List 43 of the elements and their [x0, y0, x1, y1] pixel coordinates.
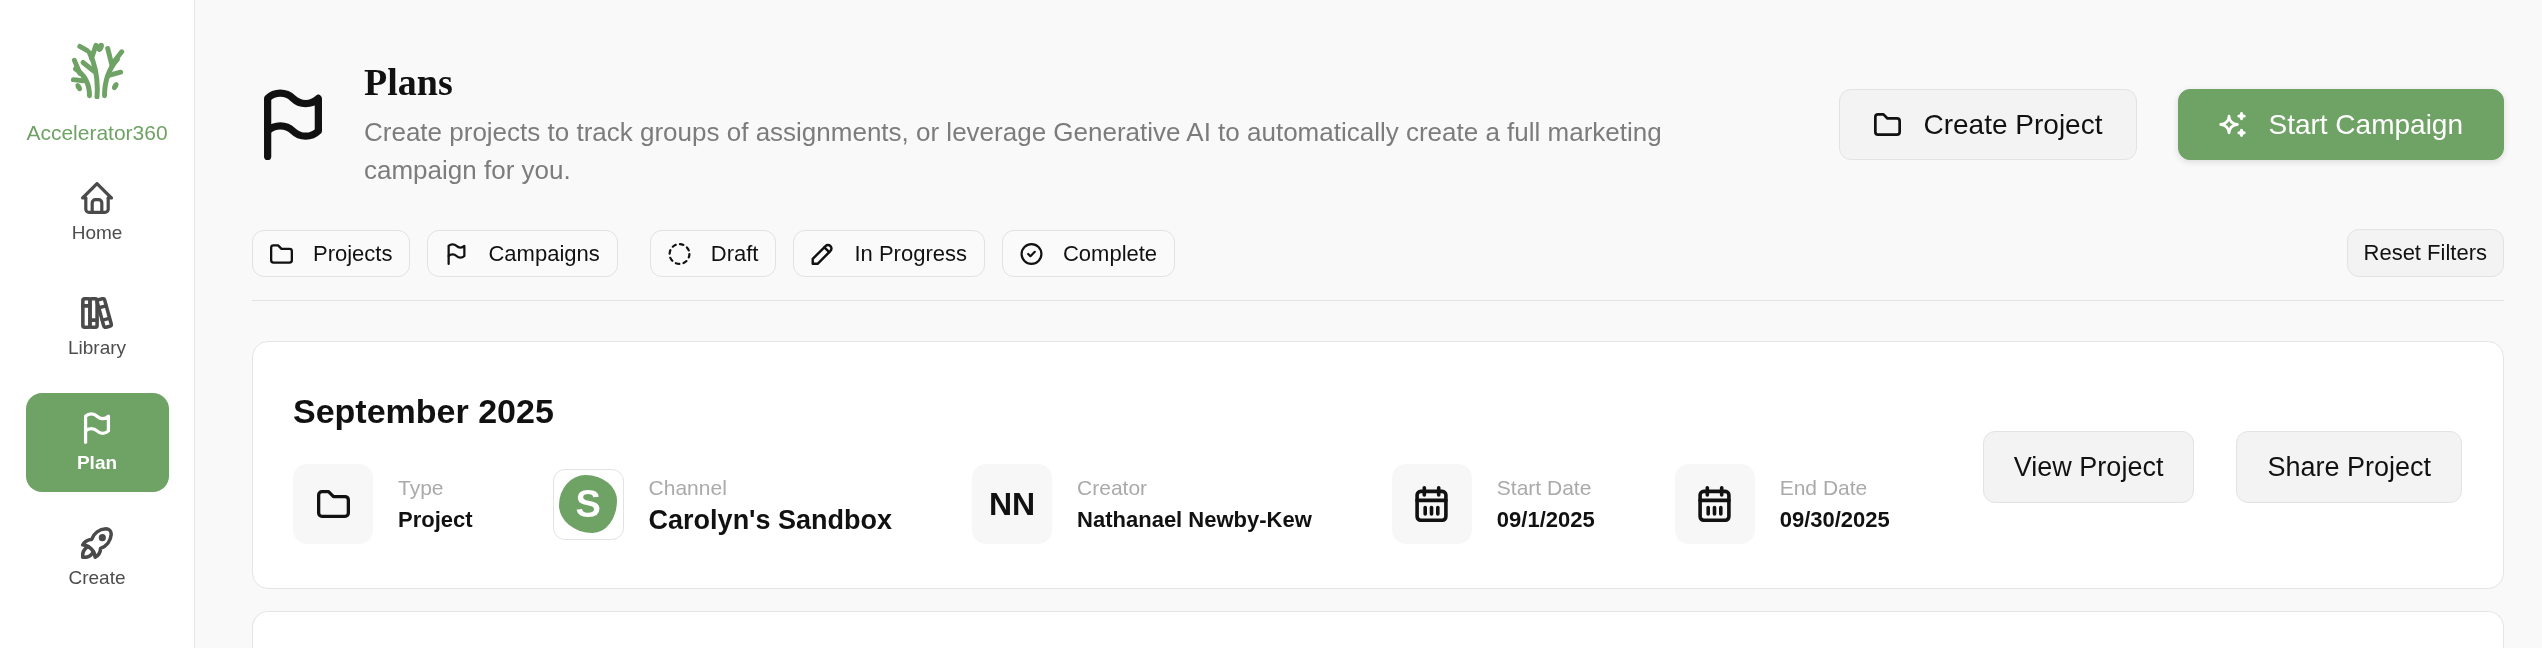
detail-value: Nathanael Newby-Kew [1077, 506, 1312, 534]
check-circle-icon [1019, 242, 1043, 265]
tree-icon [69, 41, 125, 99]
filter-chip[interactable]: Campaigns [427, 230, 618, 277]
filter-chip[interactable]: Projects [252, 230, 411, 277]
create-project-button[interactable]: Create Project [1839, 89, 2138, 160]
page-description: Create projects to track groups of assignments, or leverage Generative AI to automatically create a full marketing campaign for you. [364, 116, 1663, 187]
detail-label: Channel [648, 475, 728, 501]
books-icon [81, 296, 113, 329]
logo-text: Accelerator360 [26, 121, 168, 145]
view-project-button[interactable]: View Project [1982, 431, 2195, 503]
detail-value: Carolyn's Sandbox [648, 504, 893, 536]
pencil-icon [811, 242, 835, 265]
share-project-button[interactable]: Share Project [2236, 431, 2462, 503]
detail-label: Type [398, 475, 445, 501]
page-title: Plans [364, 60, 454, 104]
detail-label: Creator [1077, 475, 1149, 501]
filter-chip[interactable]: Complete [1001, 230, 1176, 277]
calendar-icon [1391, 464, 1472, 544]
filter-chip[interactable]: In Progress [793, 230, 985, 277]
flag-icon [81, 411, 113, 444]
detail-label: Start Date [1496, 475, 1593, 501]
folder-icon [1874, 112, 1902, 137]
nav-item[interactable]: Home [25, 163, 169, 262]
dashed-circle-icon [667, 242, 691, 265]
detail-value: 09/1/2025 [1496, 506, 1595, 534]
reset-filters-button[interactable]: Reset Filters [2346, 229, 2504, 277]
calendar-icon [1674, 464, 1755, 544]
nav-item[interactable]: Create [25, 508, 169, 607]
rocket-icon [81, 526, 113, 559]
creator-initials: NN [972, 464, 1053, 544]
detail-label: End Date [1779, 475, 1869, 501]
filter-chip[interactable]: Draft [649, 230, 777, 277]
folder-icon [270, 242, 293, 265]
nav-item[interactable]: Library [25, 278, 169, 377]
detail-value: 09/30/2025 [1779, 506, 1890, 534]
home-icon [81, 181, 113, 214]
detail-value: Project [398, 506, 473, 534]
channel-avatar: S [559, 475, 618, 533]
card-title: September 2025 [293, 391, 555, 432]
flag-icon [264, 89, 322, 160]
folder-icon [293, 464, 373, 544]
sparkles-icon [2219, 112, 2247, 137]
